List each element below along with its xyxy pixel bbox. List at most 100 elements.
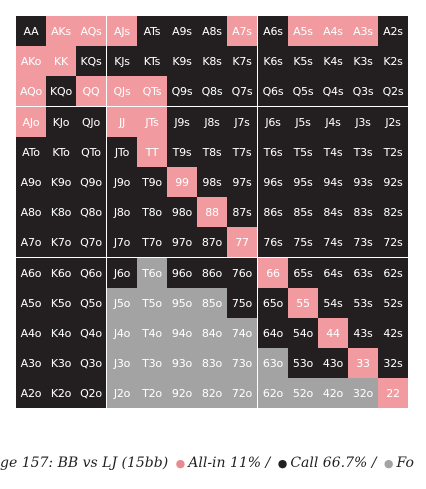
hand-cell: T6o	[137, 258, 167, 288]
caption-call-label: Call 66.7% /	[290, 455, 377, 471]
hand-cell: KTo	[46, 137, 76, 167]
hand-cell: Q6o	[76, 258, 106, 288]
hand-cell: K2o	[46, 378, 76, 408]
hand-cell: A3s	[348, 16, 378, 46]
hand-cell: T3o	[137, 348, 167, 378]
hand-cell: T7o	[137, 227, 167, 257]
hand-cell: J7s	[227, 107, 257, 137]
hand-cell: 44	[318, 318, 348, 348]
hand-cell: 83o	[197, 348, 227, 378]
hand-cell: K2s	[378, 46, 408, 76]
hand-cell: 94s	[318, 167, 348, 197]
hand-cell: 99	[167, 167, 197, 197]
hand-cell: 72s	[378, 227, 408, 257]
hand-cell: 65o	[258, 288, 288, 318]
hand-cell: J9s	[167, 107, 197, 137]
hand-cell: K5o	[46, 288, 76, 318]
hand-cell: AKo	[16, 46, 46, 76]
hand-cell: TT	[137, 137, 167, 167]
hand-cell: A8o	[16, 197, 46, 227]
hand-cell: Q6s	[258, 76, 288, 106]
hand-cell: 93s	[348, 167, 378, 197]
hand-cell: J4o	[107, 318, 137, 348]
hand-cell: 87s	[227, 197, 257, 227]
hand-cell: Q4o	[76, 318, 106, 348]
hand-cell: KQs	[76, 46, 106, 76]
hand-cell: 43s	[348, 318, 378, 348]
hand-cell: KJo	[46, 107, 76, 137]
hand-cell: JTo	[107, 137, 137, 167]
hand-cell: 87o	[197, 227, 227, 257]
hand-cell: JJ	[107, 107, 137, 137]
hand-cell: T7s	[227, 137, 257, 167]
hand-cell: A8s	[197, 16, 227, 46]
hand-cell: JTs	[137, 107, 167, 137]
hand-cell: J4s	[318, 107, 348, 137]
hand-cell: J5s	[288, 107, 318, 137]
hand-cell: 97o	[167, 227, 197, 257]
hand-cell: 82o	[197, 378, 227, 408]
hand-cell: 92o	[167, 378, 197, 408]
hand-cell: A5s	[288, 16, 318, 46]
hand-cell: 96o	[167, 258, 197, 288]
hand-cell: T9s	[167, 137, 197, 167]
hand-cell: 75s	[288, 227, 318, 257]
hand-cell: 63s	[348, 258, 378, 288]
hand-cell: 65s	[288, 258, 318, 288]
hand-cell: T3s	[348, 137, 378, 167]
hand-cell: A9s	[167, 16, 197, 46]
allin-legend-dot: ●	[175, 457, 186, 470]
hand-cell: 52o	[288, 378, 318, 408]
hand-cell: K9o	[46, 167, 76, 197]
hand-cell: KK	[46, 46, 76, 76]
hand-cell: T4s	[318, 137, 348, 167]
hand-cell: Q7o	[76, 227, 106, 257]
hand-cell: J8s	[197, 107, 227, 137]
hand-cell: 42o	[318, 378, 348, 408]
hand-cell: J3s	[348, 107, 378, 137]
hand-cell: QQ	[76, 76, 106, 106]
hand-cell: 62s	[378, 258, 408, 288]
hand-cell: K5s	[288, 46, 318, 76]
hand-cell: A4o	[16, 318, 46, 348]
hand-cell: 92s	[378, 167, 408, 197]
hand-cell: 97s	[227, 167, 257, 197]
hand-cell: A6o	[16, 258, 46, 288]
hand-cell: 43o	[318, 348, 348, 378]
hand-cell: J8o	[107, 197, 137, 227]
hand-cell: 32s	[378, 348, 408, 378]
fold-legend-dot: ●	[383, 457, 394, 470]
hand-cell: 76s	[258, 227, 288, 257]
hand-cell: A2s	[378, 16, 408, 46]
hand-cell: K3o	[46, 348, 76, 378]
hand-cell: A4s	[318, 16, 348, 46]
hand-cell: J5o	[107, 288, 137, 318]
hand-cell: 53o	[288, 348, 318, 378]
hand-cell: A3o	[16, 348, 46, 378]
hand-cell: 75o	[227, 288, 257, 318]
hand-cell: A5o	[16, 288, 46, 318]
hand-cell: J2s	[378, 107, 408, 137]
hand-cell: 84o	[197, 318, 227, 348]
hand-cell: 42s	[378, 318, 408, 348]
hand-cell: 93o	[167, 348, 197, 378]
hand-cell: 96s	[258, 167, 288, 197]
hand-cell: 72o	[227, 378, 257, 408]
hand-cell: 85s	[288, 197, 318, 227]
hand-cell: AQs	[76, 16, 106, 46]
hand-cell: T9o	[137, 167, 167, 197]
hand-cell: K4s	[318, 46, 348, 76]
hand-cell: K8o	[46, 197, 76, 227]
hand-cell: 95s	[288, 167, 318, 197]
hand-cell: 33	[348, 348, 378, 378]
hand-cell: QJs	[107, 76, 137, 106]
hand-cell: 62o	[258, 378, 288, 408]
hand-cell: J6s	[258, 107, 288, 137]
hand-cell: K6o	[46, 258, 76, 288]
hand-cell: 98o	[167, 197, 197, 227]
hand-cell: 64o	[258, 318, 288, 348]
hand-cell: 32o	[348, 378, 378, 408]
hand-cell: KTs	[137, 46, 167, 76]
hand-cell: 74s	[318, 227, 348, 257]
hand-cell: T2o	[137, 378, 167, 408]
